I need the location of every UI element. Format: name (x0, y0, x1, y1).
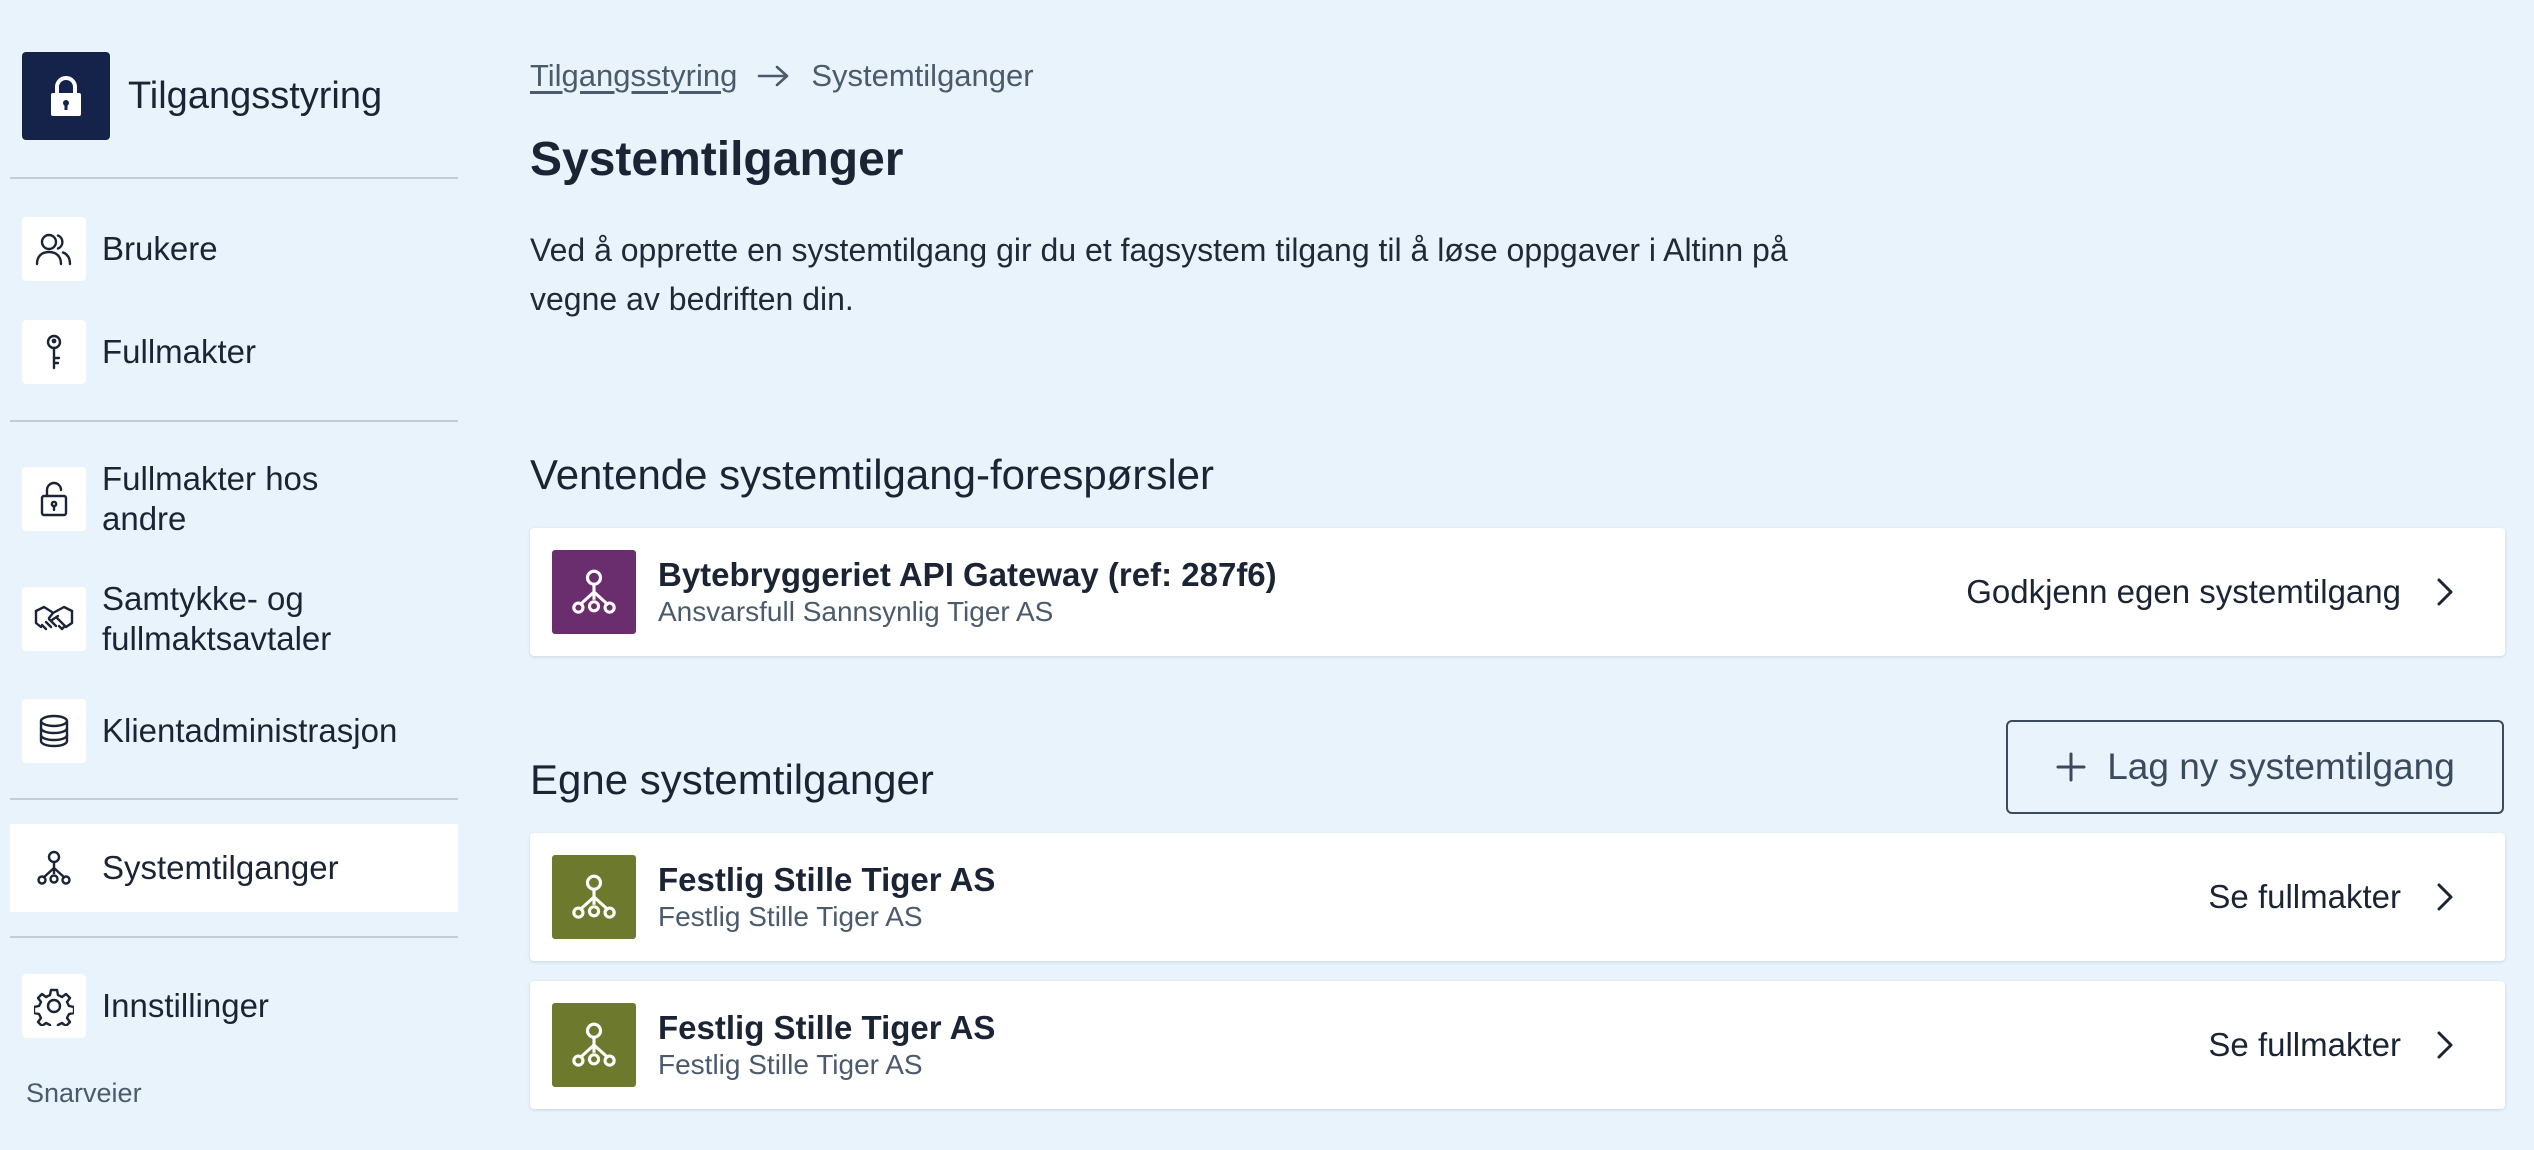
action-label: Se fullmakter (2208, 1026, 2401, 1063)
system-network-icon (552, 550, 636, 634)
sidebar-item-label: Brukere (102, 230, 218, 267)
brand[interactable]: Tilgangsstyring (22, 52, 382, 140)
sidebar-item-fullmakter[interactable]: Fullmakter (10, 318, 458, 386)
handshake-icon (22, 587, 86, 651)
card-title: Festlig Stille Tiger AS (658, 861, 996, 898)
approve-action[interactable]: Godkjenn egen systemtilgang (1966, 573, 2455, 611)
sidebar-divider (10, 936, 458, 938)
key-icon (22, 320, 86, 384)
card-title: Festlig Stille Tiger AS (658, 1009, 996, 1046)
padlock-open-icon (22, 467, 86, 531)
arrow-right-icon (757, 64, 791, 88)
create-system-access-button[interactable]: Lag ny systemtilgang (2006, 720, 2504, 814)
sidebar-item-samtykke[interactable]: Samtykke- og fullmaktsavtaler (10, 575, 458, 663)
sidebar-item-label: Samtykke- og fullmaktsavtaler (102, 580, 332, 657)
card-text: Festlig Stille Tiger AS Festlig Stille T… (658, 860, 995, 934)
brand-title: Tilgangsstyring (128, 74, 383, 117)
card-subtitle: Ansvarsfull Sannsynlig Tiger AS (658, 596, 1054, 627)
chevron-right-icon (2435, 881, 2455, 913)
lock-icon (22, 52, 110, 140)
sidebar: Tilgangsstyring Brukere Fullmakter Fullm… (0, 0, 470, 1150)
sidebar-item-brukere[interactable]: Brukere (10, 215, 458, 283)
sidebar-item-innstillinger[interactable]: Innstillinger (10, 972, 458, 1040)
sidebar-item-fullmakter-hos-andre[interactable]: Fullmakter hos andre (10, 455, 458, 543)
card-subtitle: Festlig Stille Tiger AS (658, 901, 923, 932)
page-title: Systemtilganger (530, 133, 904, 186)
system-network-icon (552, 855, 636, 939)
pending-section-title: Ventende systemtilgang-forespørsler (530, 451, 1214, 498)
chevron-right-icon (2435, 1029, 2455, 1061)
card-subtitle: Festlig Stille Tiger AS (658, 1049, 923, 1080)
card-text: Festlig Stille Tiger AS Festlig Stille T… (658, 1008, 995, 1082)
shortcuts-label: Snarveier (26, 1078, 142, 1108)
database-icon (22, 699, 86, 763)
plus-icon (2055, 751, 2087, 783)
page-intro: Ved å opprette en systemtilgang gir du e… (530, 232, 1788, 317)
system-access-card[interactable]: Festlig Stille Tiger AS Festlig Stille T… (530, 981, 2505, 1109)
sidebar-divider (10, 798, 458, 800)
action-label: Godkjenn egen systemtilgang (1966, 573, 2401, 610)
pending-request-card[interactable]: Bytebryggeriet API Gateway (ref: 287f6) … (530, 528, 2505, 656)
breadcrumb-current: Systemtilganger (811, 58, 1034, 93)
card-text: Bytebryggeriet API Gateway (ref: 287f6) … (658, 555, 1277, 629)
breadcrumb: Tilgangsstyring Systemtilganger (530, 58, 1034, 94)
view-permissions-action[interactable]: Se fullmakter (2208, 878, 2455, 916)
users-icon (22, 217, 86, 281)
card-title: Bytebryggeriet API Gateway (ref: 287f6) (658, 556, 1277, 593)
own-section-title: Egne systemtilganger (530, 756, 934, 803)
sidebar-item-label: Fullmakter hos andre (102, 460, 319, 537)
sidebar-item-label: Innstillinger (102, 987, 269, 1024)
sidebar-item-systemtilganger[interactable]: Systemtilganger (10, 824, 458, 912)
system-network-icon (552, 1003, 636, 1087)
sidebar-item-label: Systemtilganger (102, 849, 339, 886)
action-label: Se fullmakter (2208, 878, 2401, 915)
system-network-icon (22, 836, 86, 900)
system-access-card[interactable]: Festlig Stille Tiger AS Festlig Stille T… (530, 833, 2505, 961)
breadcrumb-link-tilgangsstyring[interactable]: Tilgangsstyring (530, 58, 737, 94)
sidebar-item-label: Fullmakter (102, 333, 257, 370)
sidebar-item-label: Klientadministrasjon (102, 712, 398, 749)
view-permissions-action[interactable]: Se fullmakter (2208, 1026, 2455, 1064)
chevron-right-icon (2435, 576, 2455, 608)
create-button-label: Lag ny systemtilgang (2107, 746, 2455, 787)
gear-icon (22, 974, 86, 1038)
sidebar-divider (10, 177, 458, 179)
sidebar-item-klientadministrasjon[interactable]: Klientadministrasjon (10, 697, 458, 765)
sidebar-divider (10, 420, 458, 422)
